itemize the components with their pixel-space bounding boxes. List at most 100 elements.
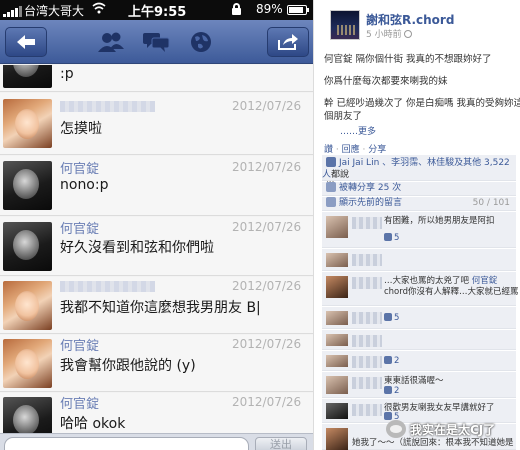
- wifi-icon: [92, 1, 106, 18]
- comment-like-count: 2: [394, 356, 400, 366]
- shares-count[interactable]: 被轉分享 25 次: [339, 183, 401, 193]
- commenter-name-blurred: [352, 277, 382, 289]
- likes-names[interactable]: Jai Jai Lin 、李羽霈、林佳駿及其他 3,522 人: [322, 158, 510, 180]
- message-date: 2012/07/26: [232, 395, 302, 409]
- shares-summary: 被轉分享 25 次: [322, 182, 516, 196]
- comment-text: 很歡男友喇我女友早講就好了: [384, 403, 495, 413]
- commenter-name-blurred: [352, 377, 382, 389]
- sender-avatar[interactable]: [3, 99, 52, 148]
- comment-likes: 2: [384, 386, 399, 396]
- message-item: 2012/07/26 我都不知道你這麼想我男朋友 B|: [0, 277, 313, 334]
- likes-suffix: 都說: [331, 170, 350, 180]
- message-text: 好久沒看到和弦和你們啦: [60, 240, 214, 256]
- commenter-name-blurred: [352, 254, 382, 266]
- share-icon: [278, 34, 298, 50]
- post-header: 謝和弦R.chord 5 小時前: [318, 0, 520, 45]
- post-line: 幹 已經吵過幾次了 你是白痴嗎 我真的受夠妳這: [324, 98, 520, 109]
- message-text: 我會幫你跟他說的 (y): [60, 358, 196, 374]
- back-button[interactable]: [5, 27, 47, 57]
- wechat-logo-icon: [386, 420, 406, 438]
- comment-item: [322, 330, 516, 350]
- comment-like-count: 2: [394, 386, 400, 396]
- commenter-name-blurred: [352, 404, 382, 416]
- post-line: 何官錠 隔你個什街 我真的不想跟妳好了: [324, 54, 492, 65]
- share-button[interactable]: [267, 27, 309, 57]
- commenter-avatar[interactable]: [326, 253, 348, 267]
- comment-link[interactable]: 回應: [342, 145, 360, 155]
- screenshot-root: 台湾大哥大 上午9:55 89%:p 2012/07/26 怎摸啦 何官錠 2…: [0, 0, 520, 450]
- battery-icon: [287, 5, 307, 15]
- commenter-avatar[interactable]: [326, 403, 348, 419]
- message-date: 2012/07/26: [232, 99, 302, 113]
- comment-like-count: 5: [394, 233, 400, 243]
- messages-button[interactable]: [141, 28, 171, 56]
- thumbs-up-icon: [326, 157, 336, 167]
- post-body: 何官錠 隔你個什街 我真的不想跟妳好了 你爲什麼每次都要來喇我的妹 幹 已經吵過…: [324, 53, 520, 123]
- sender-avatar[interactable]: [3, 65, 52, 88]
- comment-item: 東東話很滿喔～ 2: [322, 372, 516, 398]
- commenter-avatar[interactable]: [326, 311, 348, 325]
- sender-avatar[interactable]: [3, 222, 52, 271]
- comment-text-part: …大家也罵的太兇了吧: [384, 276, 472, 286]
- clock: 上午9:55: [128, 5, 187, 20]
- comment-text: …大家也罵的太兇了吧 何官錠 chord你沒有人解釋…大家就已經罵: [384, 276, 519, 298]
- battery-tip: [307, 8, 309, 12]
- commenter-avatar[interactable]: [326, 428, 348, 450]
- send-button[interactable]: 送出: [255, 437, 307, 450]
- comment-likes: 2: [384, 356, 399, 366]
- commenter-avatar[interactable]: [326, 276, 348, 298]
- post-time: 5 小時前: [366, 27, 412, 40]
- sender-name-blurred: [60, 281, 155, 292]
- message-text: 我都不知道你這麼想我男朋友 B|: [60, 300, 261, 316]
- carrier-label: 台湾大哥大: [24, 4, 85, 18]
- message-item: 2012/07/26 怎摸啦: [0, 93, 313, 155]
- comment-item: 有困難，所以她男朋友是阿扣 5: [322, 212, 516, 248]
- message-composer: 送出: [0, 433, 313, 450]
- message-item: 何官錠 2012/07/26 好久沒看到和弦和你們啦: [0, 217, 313, 276]
- comment-likes: 5: [384, 233, 399, 243]
- message-input[interactable]: [4, 437, 249, 450]
- post-line: 你爲什麼每次都要來喇我的妹: [324, 76, 448, 87]
- message-text: nono:p: [60, 177, 109, 193]
- phone-screen: 台湾大哥大 上午9:55 89%:p 2012/07/26 怎摸啦 何官錠 2…: [0, 0, 314, 450]
- comment-item: [322, 249, 516, 271]
- see-more-link[interactable]: ……更多: [340, 124, 376, 137]
- message-date: 2012/07/26: [232, 160, 302, 174]
- sender-name[interactable]: 何官錠: [60, 393, 99, 412]
- rotation-lock-icon: [232, 3, 241, 15]
- likes-summary: Jai Jai Lin 、李羽霈、林佳駿及其他 3,522 人都說 讚。: [322, 155, 516, 192]
- message-item: :p: [0, 65, 313, 92]
- friends-icon: [98, 32, 124, 52]
- sender-name[interactable]: 何官錠: [60, 335, 99, 354]
- author-name[interactable]: 謝和弦R.chord: [366, 11, 454, 28]
- notifications-button[interactable]: [186, 28, 216, 56]
- comment-count: 50 / 101: [472, 198, 510, 208]
- author-avatar[interactable]: [330, 10, 360, 40]
- sender-avatar[interactable]: [3, 161, 52, 210]
- message-thread[interactable]: :p 2012/07/26 怎摸啦 何官錠 2012/07/26 nono:p …: [0, 65, 313, 450]
- watermark: 我实在是太CJ了: [386, 418, 495, 440]
- commenter-avatar[interactable]: [326, 216, 348, 238]
- like-link[interactable]: 讚: [324, 145, 333, 155]
- sender-avatar[interactable]: [3, 281, 52, 330]
- globe-icon: [191, 32, 211, 52]
- commenter-avatar[interactable]: [326, 334, 348, 346]
- show-previous-comments-link[interactable]: 顯示先前的留言: [339, 198, 402, 208]
- comment-mention[interactable]: 何官錠: [472, 276, 498, 286]
- sender-name-blurred: [60, 101, 155, 112]
- post-actions: 讚 · 回應 · 分享: [324, 145, 387, 155]
- messages-icon: [143, 33, 170, 52]
- sender-name[interactable]: 何官錠: [60, 158, 99, 177]
- sender-name[interactable]: 何官錠: [60, 218, 99, 237]
- commenter-avatar[interactable]: [326, 355, 348, 367]
- friend-requests-button[interactable]: [96, 28, 126, 56]
- share-link[interactable]: 分享: [368, 145, 386, 155]
- facebook-post: 謝和弦R.chord 5 小時前 何官錠 隔你個什街 我真的不想跟妳好了 你爲什…: [318, 0, 520, 450]
- facebook-navbar: [0, 20, 313, 64]
- sender-avatar[interactable]: [3, 339, 52, 388]
- commenter-avatar[interactable]: [326, 376, 348, 394]
- previous-comments-bar: 顯示先前的留言 50 / 101: [322, 197, 516, 211]
- status-bar: 台湾大哥大 上午9:55 89%: [0, 0, 313, 20]
- comment-item: 5: [322, 307, 516, 329]
- share-count-icon: [326, 182, 336, 192]
